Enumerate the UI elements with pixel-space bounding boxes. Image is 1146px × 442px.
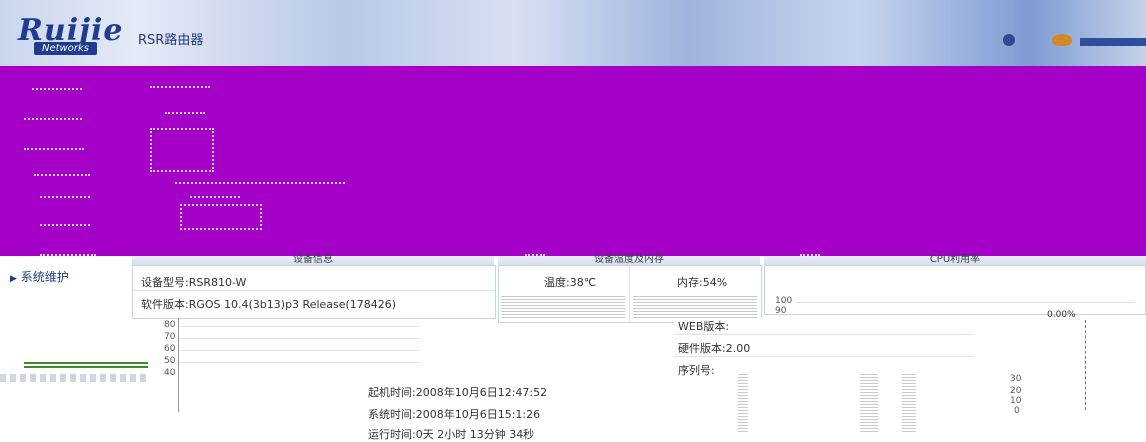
y-tick-label: 70 — [164, 332, 176, 342]
temperature-gauge — [501, 294, 625, 320]
device-model: 设备型号:RSR810-W — [141, 276, 247, 289]
header-corner-bar — [1080, 38, 1146, 46]
help-icon[interactable] — [1052, 34, 1072, 46]
corrupted-overlay — [0, 66, 1146, 256]
triangle-right-icon: ▶ — [10, 274, 17, 284]
y-tick-label: 60 — [164, 344, 176, 354]
sidebar-item-label: 系统维护 — [20, 270, 69, 284]
y-tick-label: 30 — [1010, 374, 1022, 384]
software-version: 软件版本:RGOS 10.4(3b13)p3 Release(178426) — [141, 298, 397, 311]
overlay-glyph-row — [32, 76, 82, 90]
overlay-glyph-row — [150, 74, 210, 88]
overlay-glyph-row — [175, 170, 345, 184]
gridline — [180, 326, 420, 327]
gridline — [795, 302, 1135, 303]
sidebar-item-system-maintenance[interactable]: ▶ 系统维护 — [10, 268, 69, 285]
temperature-value: 温度:38℃ — [544, 276, 597, 289]
boot-time: 起机时间:2008年10月6日12:47:52 — [368, 386, 548, 399]
system-time: 系统时间:2008年10月6日15:1:26 — [368, 408, 541, 421]
gridline — [180, 362, 420, 363]
glitch-bar — [0, 374, 150, 382]
ruijie-logo: Ruijie Networks — [18, 16, 130, 55]
y-tick-label: 50 — [164, 356, 176, 366]
y-axis — [178, 318, 179, 412]
overlay-glyph-row — [40, 242, 96, 256]
device-info-panel: 设备型号:RSR810-W 软件版本:RGOS 10.4(3b13)p3 Rel… — [132, 265, 496, 319]
header-banner: Ruijie Networks RSR路由器 — [0, 0, 1146, 66]
y-tick-label: 90 — [775, 306, 787, 316]
memory-value: 内存:54% — [677, 276, 728, 289]
overlay-glyph-row — [24, 106, 82, 120]
cpu-mini-chart: 30 20 10 0 — [1010, 372, 1050, 422]
gridline — [180, 338, 420, 339]
temp-mem-panel: 温度:38℃ 内存:54% — [498, 265, 762, 323]
user-icon[interactable] — [1003, 34, 1015, 46]
gauge-fragment — [860, 372, 878, 434]
y-tick-label: 0 — [1014, 406, 1020, 416]
cpu-panel: 100 90 0.00% — [764, 265, 1146, 320]
divider — [674, 356, 974, 357]
green-line — [24, 366, 148, 368]
gridline — [180, 350, 420, 351]
overlay-glyph-row — [190, 184, 240, 198]
overlay-glyph-row — [34, 162, 90, 176]
y-tick-label: 80 — [164, 320, 176, 330]
panel-title: 设备信息 — [293, 254, 333, 265]
overlay-glyph-row — [525, 242, 545, 256]
overlay-glyph-box — [150, 128, 214, 172]
logo-subtitle: Networks — [34, 42, 97, 55]
uptime: 运行时间:0天 2小时 13分钟 34秒 — [368, 428, 535, 441]
overlay-glyph-row — [165, 100, 205, 114]
y-tick-label: 100 — [775, 296, 793, 306]
gauge-fragment — [902, 372, 916, 434]
product-title: RSR路由器 — [138, 33, 204, 48]
serial-number: 序列号: — [678, 364, 715, 377]
gauge-fragment — [738, 372, 748, 434]
overlay-glyph-row — [40, 184, 90, 198]
overlay-glyph-box — [180, 204, 262, 230]
device-info-fragment: WEB版本: 硬件版本:2.00 序列号: — [674, 318, 974, 380]
panel-title: 设备温度及内存 — [594, 254, 664, 265]
y-tick-label: 10 — [1010, 396, 1022, 406]
overlay-glyph-row — [24, 136, 84, 150]
panel-title: CPU利用率 — [929, 254, 981, 265]
divider — [629, 266, 630, 322]
chart-dashed-line — [1085, 320, 1087, 410]
green-line — [24, 362, 148, 364]
divider — [674, 334, 974, 335]
hardware-version: 硬件版本:2.00 — [678, 342, 751, 355]
cpu-value-label: 0.00% — [1047, 310, 1076, 320]
web-version: WEB版本: — [678, 320, 730, 333]
overlay-glyph-row — [800, 242, 820, 256]
y-tick-label: 40 — [164, 368, 176, 378]
overlay-glyph-row — [40, 212, 90, 226]
divider — [133, 290, 495, 291]
memory-gauge — [633, 294, 757, 320]
y-tick-label: 20 — [1010, 386, 1022, 396]
